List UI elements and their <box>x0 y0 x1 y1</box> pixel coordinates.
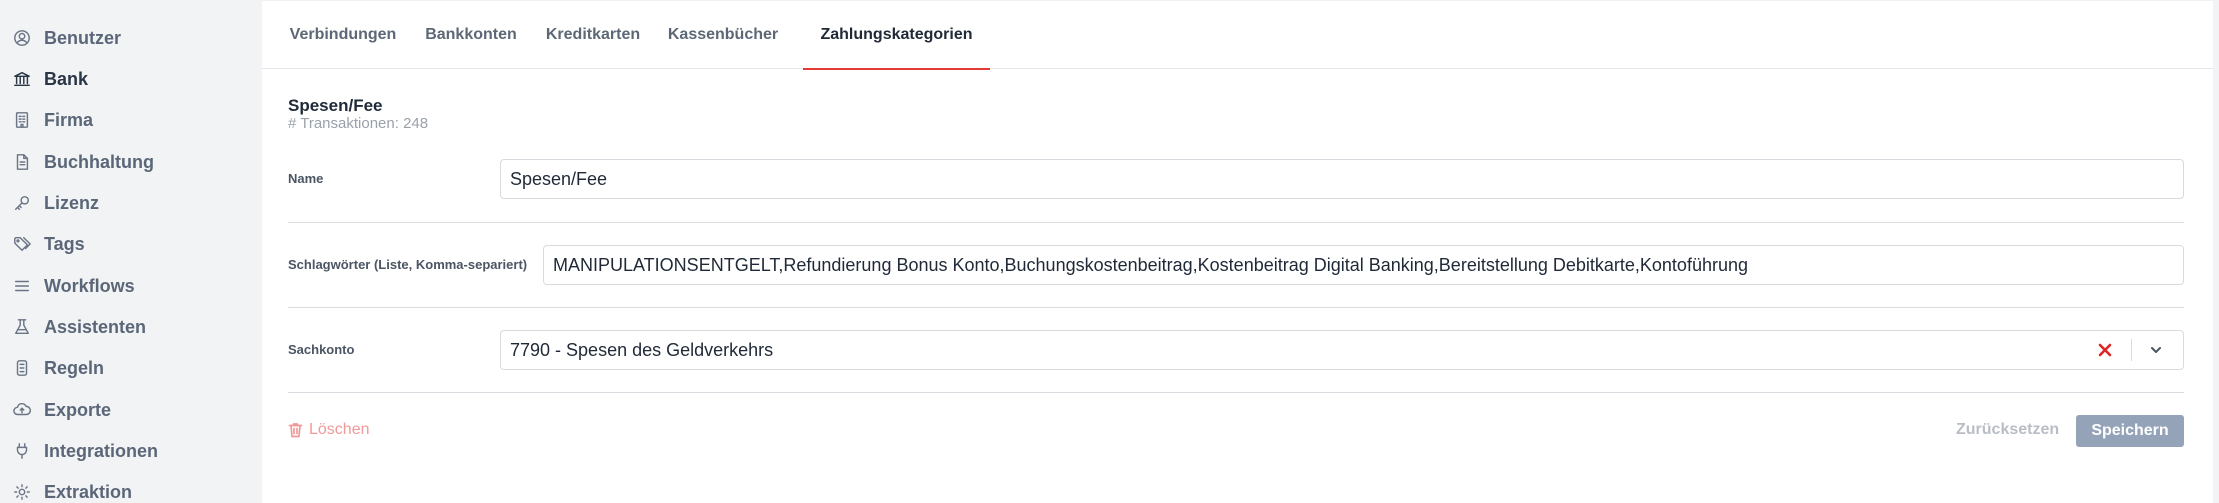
sidebar-item-integrationen[interactable]: Integrationen <box>12 433 158 469</box>
sidebar-item-label: Workflows <box>44 275 135 296</box>
sidebar-item-label: Benutzer <box>44 27 122 48</box>
account-select-value: 7790 - Spesen des Geldverkehrs <box>510 339 774 360</box>
tab-zahlungskategorien[interactable]: Zahlungskategorien <box>803 1 990 70</box>
name-label: Name <box>288 171 324 186</box>
building-icon <box>12 110 32 130</box>
tab-bar: Verbindungen Bankkonten Kreditkarten Kas… <box>262 0 2213 70</box>
select-separator <box>2131 339 2132 361</box>
sidebar: Benutzer Bank Firma Buchhaltung Lizenz T… <box>0 0 262 503</box>
tags-icon <box>12 234 32 254</box>
sidebar-item-label: Firma <box>44 109 94 130</box>
sidebar-item-label: Tags <box>44 233 85 254</box>
tab-label: Zahlungskategorien <box>820 26 973 43</box>
sidebar-item-regeln[interactable]: Regeln <box>12 350 104 386</box>
account-label: Sachkonto <box>288 342 355 357</box>
sidebar-item-label: Extraktion <box>44 481 133 502</box>
delete-button[interactable]: Löschen <box>288 418 370 442</box>
chevron-down-icon[interactable] <box>2146 340 2166 360</box>
tab-label: Bankkonten <box>425 26 517 43</box>
sidebar-item-extraktion[interactable]: Extraktion <box>12 474 132 503</box>
sidebar-item-label: Bank <box>44 68 89 89</box>
sidebar-item-exporte[interactable]: Exporte <box>12 392 111 428</box>
key-icon <box>12 193 32 213</box>
trash-icon <box>288 423 303 438</box>
transaction-count: # Transaktionen: 248 <box>288 115 429 132</box>
sidebar-item-label: Assistenten <box>44 316 147 337</box>
flask-icon <box>12 317 32 337</box>
sidebar-item-buchhaltung[interactable]: Buchhaltung <box>12 144 154 180</box>
keywords-label: Schlagwörter (Liste, Komma-separiert) <box>288 257 528 272</box>
tab-label: Kreditkarten <box>545 26 641 43</box>
keywords-field[interactable]: MANIPULATIONSENTGELT,Refundierung Bonus … <box>543 245 2184 285</box>
divider <box>288 392 2184 393</box>
sidebar-item-lizenz[interactable]: Lizenz <box>12 185 99 221</box>
delete-label: Löschen <box>309 421 370 438</box>
sidebar-item-workflows[interactable]: Workflows <box>12 268 135 304</box>
rules-icon <box>12 358 32 378</box>
clear-icon[interactable] <box>2095 340 2115 360</box>
scroll-gutter <box>2213 0 2219 503</box>
reset-button[interactable]: Zurücksetzen <box>1956 421 2059 439</box>
plug-icon <box>12 441 32 461</box>
divider <box>288 222 2184 223</box>
list-icon <box>12 276 32 296</box>
sidebar-item-label: Regeln <box>44 357 105 378</box>
sidebar-item-tags[interactable]: Tags <box>12 226 85 262</box>
save-button[interactable]: Speichern <box>2076 415 2184 447</box>
sidebar-item-label: Lizenz <box>44 192 100 213</box>
bank-icon <box>12 69 32 89</box>
tab-label: Kassenbücher <box>667 26 779 43</box>
divider <box>288 307 2184 308</box>
sidebar-item-label: Buchhaltung <box>44 151 154 172</box>
tab-bankkonten[interactable]: Bankkonten <box>424 1 518 69</box>
user-icon <box>12 28 32 48</box>
sidebar-item-assistenten[interactable]: Assistenten <box>12 309 146 345</box>
document-icon <box>12 152 32 172</box>
cloud-upload-icon <box>12 400 32 420</box>
sidebar-item-firma[interactable]: Firma <box>12 102 93 138</box>
category-title: Spesen/Fee <box>288 96 383 115</box>
sidebar-item-bank[interactable]: Bank <box>12 61 88 97</box>
tab-label: Verbindungen <box>289 26 397 43</box>
sidebar-item-label: Integrationen <box>44 440 159 461</box>
tab-kreditkarten[interactable]: Kreditkarten <box>544 1 642 69</box>
account-select[interactable]: 7790 - Spesen des Geldverkehrs <box>500 330 2184 370</box>
gear-icon <box>12 482 32 502</box>
sidebar-item-benutzer[interactable]: Benutzer <box>12 20 121 56</box>
tab-verbindungen[interactable]: Verbindungen <box>288 1 398 69</box>
tab-kassenbuecher[interactable]: Kassenbücher <box>667 1 779 69</box>
sidebar-item-label: Exporte <box>44 399 112 420</box>
name-field[interactable]: Spesen/Fee <box>500 159 2184 199</box>
